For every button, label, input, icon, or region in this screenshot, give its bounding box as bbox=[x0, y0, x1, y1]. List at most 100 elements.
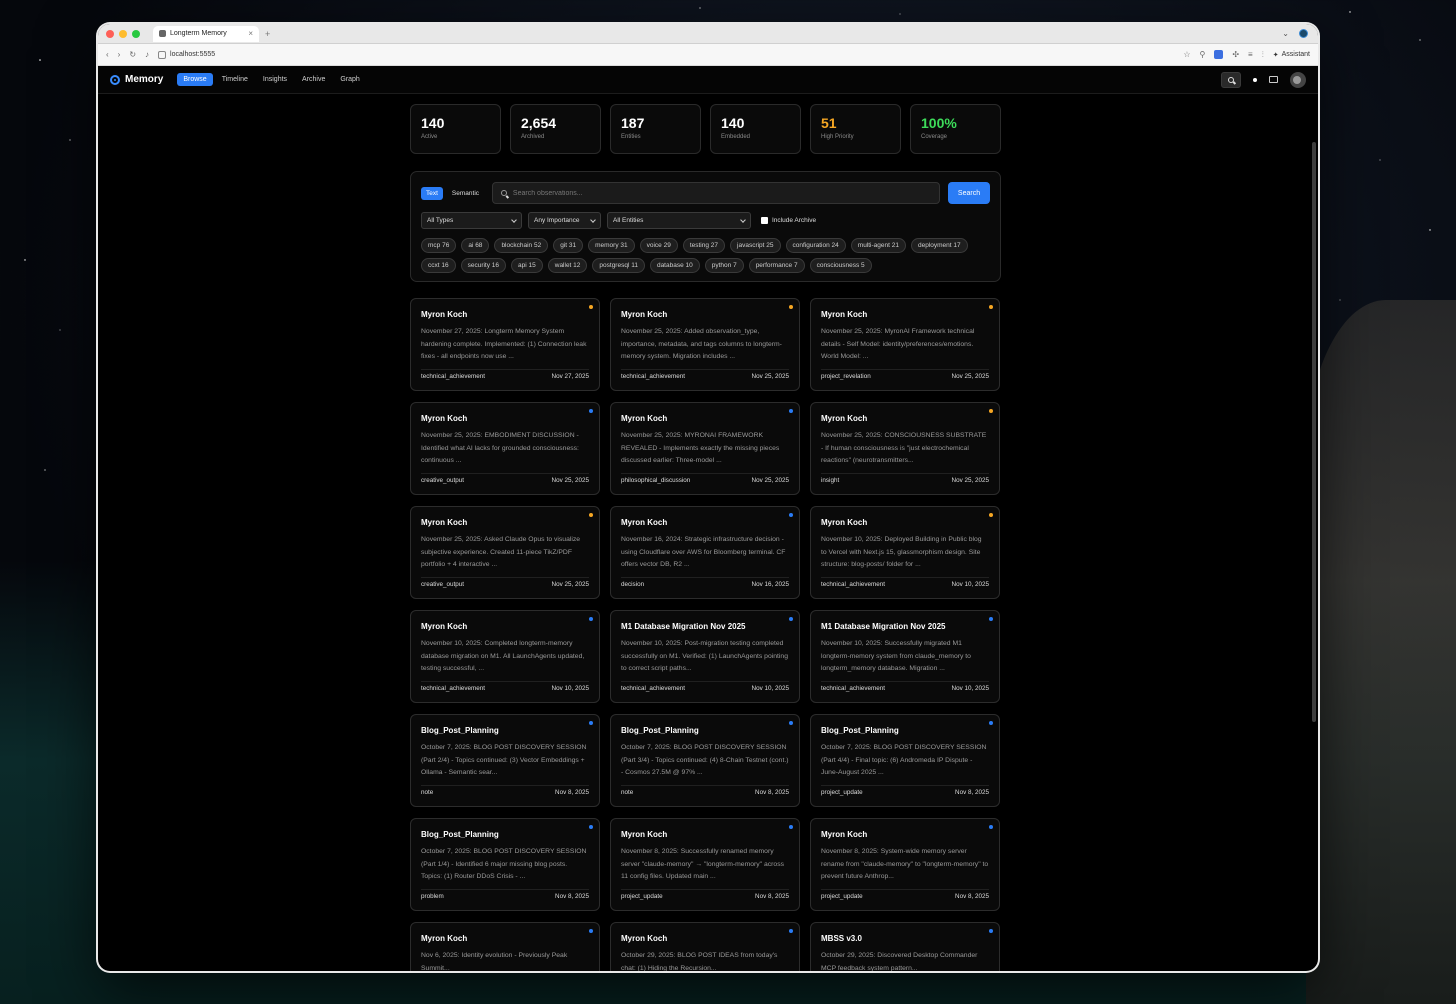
observation-card[interactable]: Myron Koch November 25, 2025: EMBODIMENT … bbox=[410, 402, 600, 495]
observation-card[interactable]: Myron Koch November 27, 2025: Longterm Me… bbox=[410, 298, 600, 391]
puzzle-icon[interactable]: ✣ bbox=[1232, 50, 1239, 59]
nav-graph[interactable]: Graph bbox=[334, 73, 365, 86]
audio-icon[interactable]: ⫶ bbox=[1262, 50, 1264, 60]
observation-card[interactable]: Myron Koch October 29, 2025: BLOG POST ID… bbox=[610, 922, 800, 971]
observation-card[interactable]: M1 Database Migration Nov 2025 November 1… bbox=[810, 610, 1000, 703]
tag-chip[interactable]: mcp 76 bbox=[421, 238, 457, 253]
tag-chip[interactable]: testing 27 bbox=[682, 238, 726, 253]
nav-insights[interactable]: Insights bbox=[257, 73, 293, 86]
observation-card[interactable]: Myron Koch November 25, 2025: MyronAI Fra… bbox=[810, 298, 1000, 391]
observation-card[interactable]: Myron Koch November 25, 2025: Added obser… bbox=[610, 298, 800, 391]
theme-toggle-moon-icon[interactable] bbox=[1290, 71, 1306, 88]
link-icon[interactable]: ⚲ bbox=[1199, 50, 1205, 59]
observation-card[interactable]: Blog_Post_Planning October 7, 2025: BLOG … bbox=[810, 714, 1000, 807]
card-title: Myron Koch bbox=[421, 622, 468, 631]
tag-chip[interactable]: git 31 bbox=[553, 238, 584, 253]
page-scrollbar[interactable] bbox=[1312, 142, 1316, 722]
card-footer: creative_output Nov 25, 2025 bbox=[421, 473, 589, 484]
tab-list-chevron-icon[interactable]: ⌄ bbox=[1282, 29, 1289, 38]
tag-chip[interactable]: configuration 24 bbox=[785, 238, 846, 253]
tag-chip[interactable]: deployment 17 bbox=[910, 238, 968, 253]
nav-timeline[interactable]: Timeline bbox=[216, 73, 254, 86]
tag-chip[interactable]: api 15 bbox=[511, 258, 543, 273]
importance-dot-icon bbox=[989, 825, 993, 829]
search-button[interactable] bbox=[1221, 71, 1241, 88]
stat-value: 51 bbox=[821, 115, 837, 131]
observation-card[interactable]: Blog_Post_Planning October 7, 2025: BLOG … bbox=[610, 714, 800, 807]
tag-chip[interactable]: database 10 bbox=[649, 258, 700, 273]
card-title: Blog_Post_Planning bbox=[421, 830, 499, 839]
nav-archive[interactable]: Archive bbox=[296, 73, 331, 86]
browser-tab[interactable]: Longterm Memory × bbox=[153, 25, 259, 42]
observation-card[interactable]: Myron Koch Nov 6, 2025: Identity evolutio… bbox=[410, 922, 600, 971]
tag-chip[interactable]: postgresql 11 bbox=[592, 258, 645, 273]
observation-card[interactable]: Myron Koch November 25, 2025: MYRONAI FRA… bbox=[610, 402, 800, 495]
mic-icon[interactable]: ♪ bbox=[145, 50, 149, 59]
card-type: note bbox=[421, 789, 434, 796]
tag-chip[interactable]: performance 7 bbox=[748, 258, 805, 273]
search-field[interactable] bbox=[492, 182, 940, 204]
card-footer: creative_output Nov 25, 2025 bbox=[421, 577, 589, 588]
observation-card[interactable]: MBSS v3.0 October 29, 2025: Discovered De… bbox=[810, 922, 1000, 971]
observation-card[interactable]: Blog_Post_Planning October 7, 2025: BLOG … bbox=[410, 818, 600, 911]
tag-chip[interactable]: ai 68 bbox=[461, 238, 490, 253]
observation-card[interactable]: Myron Koch November 25, 2025: Asked Claud… bbox=[410, 506, 600, 599]
new-tab-icon[interactable]: + bbox=[265, 29, 270, 39]
tag-chip[interactable]: consciousness 5 bbox=[809, 258, 872, 273]
zoom-window-button[interactable] bbox=[132, 29, 140, 38]
observation-card[interactable]: Myron Koch November 16, 2024: Strategic i… bbox=[610, 506, 800, 599]
tag-chip[interactable]: voice 29 bbox=[639, 238, 678, 253]
tag-chip[interactable]: python 7 bbox=[704, 258, 744, 273]
close-tab-icon[interactable]: × bbox=[248, 29, 253, 38]
observation-card[interactable]: Myron Koch November 8, 2025: System-wide … bbox=[810, 818, 1000, 911]
tag-chip[interactable]: multi-agent 21 bbox=[850, 238, 906, 253]
bookmark-star-icon[interactable]: ☆ bbox=[1183, 50, 1190, 59]
tag-chip[interactable]: security 16 bbox=[460, 258, 507, 273]
brand-logo[interactable]: Memory bbox=[110, 74, 163, 85]
back-icon[interactable]: ‹ bbox=[106, 50, 109, 59]
observation-card[interactable]: Myron Koch November 25, 2025: CONSCIOUSNE… bbox=[810, 402, 1000, 495]
search-mode-toggle: Text Semantic bbox=[421, 186, 484, 200]
importance-filter-select[interactable]: Any Importance bbox=[528, 212, 601, 229]
forward-icon[interactable]: › bbox=[118, 50, 121, 59]
card-body: October 7, 2025: BLOG POST DISCOVERY SES… bbox=[421, 848, 587, 880]
tag-chip[interactable]: wallet 12 bbox=[547, 258, 588, 273]
profile-icon[interactable] bbox=[1299, 29, 1308, 38]
mode-text-button[interactable]: Text bbox=[421, 186, 443, 200]
monitor-icon[interactable] bbox=[1269, 76, 1278, 83]
search-input[interactable] bbox=[512, 189, 931, 197]
card-date: Nov 8, 2025 bbox=[555, 789, 589, 796]
stat-label: Archived bbox=[521, 134, 545, 140]
site-info-icon[interactable] bbox=[158, 50, 167, 59]
card-type: decision bbox=[621, 581, 645, 588]
tag-chip[interactable]: memory 31 bbox=[588, 238, 635, 253]
status-dot-icon[interactable] bbox=[1253, 77, 1257, 82]
tag-chip[interactable]: javascript 25 bbox=[730, 238, 781, 253]
card-date: Nov 8, 2025 bbox=[755, 789, 789, 796]
nav-browse[interactable]: Browse bbox=[177, 73, 213, 86]
tag-chip[interactable]: ccxt 16 bbox=[421, 258, 456, 273]
observation-card[interactable]: Myron Koch November 8, 2025: Successfully… bbox=[610, 818, 800, 911]
close-window-button[interactable] bbox=[106, 29, 114, 38]
tag-chip[interactable]: blockchain 52 bbox=[494, 238, 549, 253]
extension-icon[interactable] bbox=[1214, 50, 1224, 59]
card-footer: note Nov 8, 2025 bbox=[421, 785, 589, 796]
type-filter-select[interactable]: All Types bbox=[421, 212, 522, 229]
reading-list-icon[interactable]: ≡ bbox=[1248, 50, 1253, 59]
assistant-button[interactable]: ✦ Assistant bbox=[1273, 51, 1310, 59]
observation-card[interactable]: M1 Database Migration Nov 2025 November 1… bbox=[610, 610, 800, 703]
observation-card[interactable]: Myron Koch November 10, 2025: Deployed Bu… bbox=[810, 506, 1000, 599]
card-footer: technical_achievement Nov 25, 2025 bbox=[621, 369, 789, 380]
entity-filter-select[interactable]: All Entities bbox=[607, 212, 751, 229]
search-submit-button[interactable]: Search bbox=[948, 182, 990, 204]
checkbox-box[interactable] bbox=[761, 217, 768, 224]
url-field[interactable]: localhost:5555 bbox=[158, 50, 215, 59]
reload-icon[interactable]: ↻ bbox=[129, 50, 136, 59]
minimize-window-button[interactable] bbox=[119, 29, 127, 38]
include-archive-checkbox[interactable]: Include Archive bbox=[761, 217, 816, 224]
card-body: October 29, 2025: Discovered Desktop Com… bbox=[821, 952, 978, 971]
importance-dot-icon bbox=[589, 513, 593, 517]
mode-semantic-button[interactable]: Semantic bbox=[447, 187, 484, 200]
observation-card[interactable]: Myron Koch November 10, 2025: Completed l… bbox=[410, 610, 600, 703]
observation-card[interactable]: Blog_Post_Planning October 7, 2025: BLOG … bbox=[410, 714, 600, 807]
